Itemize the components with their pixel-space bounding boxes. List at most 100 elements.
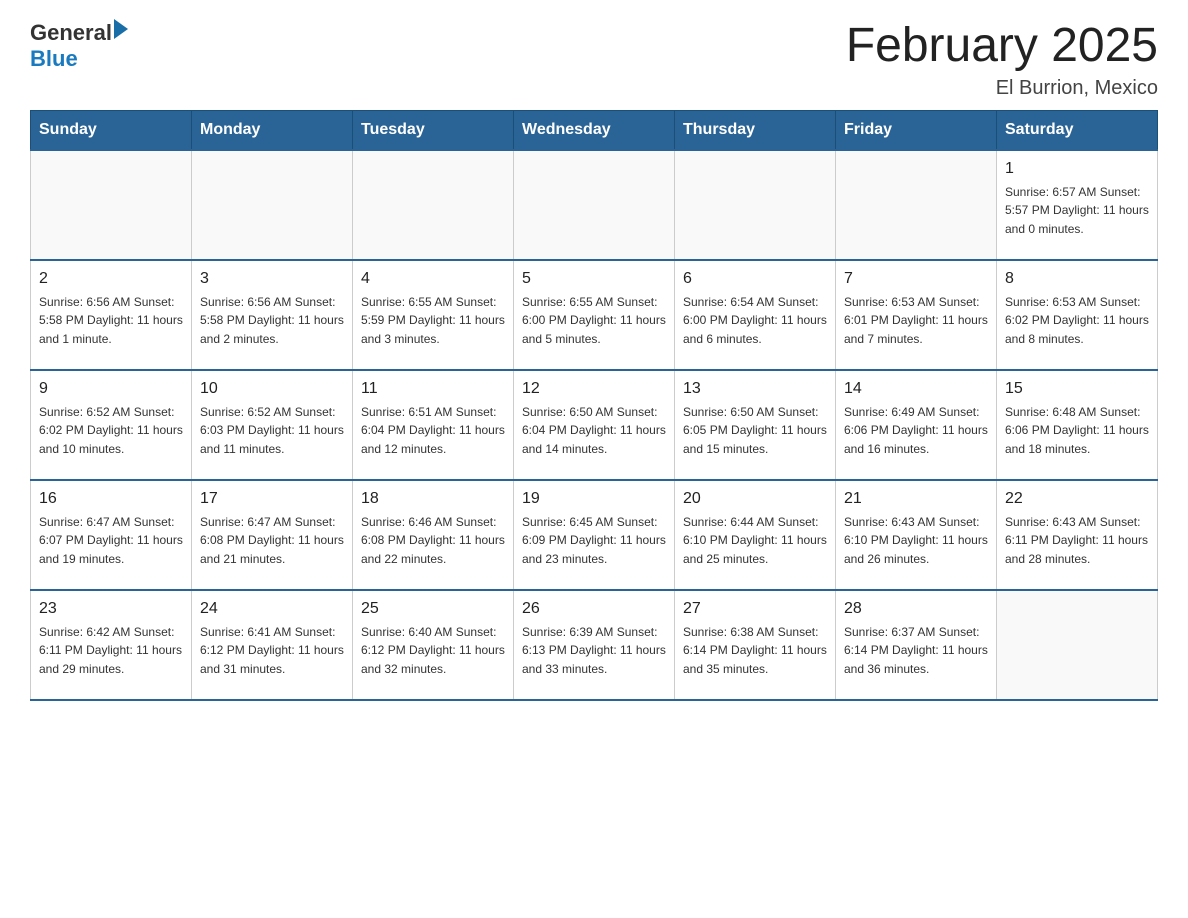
day-info: Sunrise: 6:53 AM Sunset: 6:01 PM Dayligh… <box>844 295 988 346</box>
day-info: Sunrise: 6:43 AM Sunset: 6:10 PM Dayligh… <box>844 515 988 566</box>
calendar-cell: 16 Sunrise: 6:47 AM Sunset: 6:07 PM Dayli… <box>31 480 192 590</box>
day-number: 5 <box>522 267 666 291</box>
day-info: Sunrise: 6:56 AM Sunset: 5:58 PM Dayligh… <box>200 295 344 346</box>
day-info: Sunrise: 6:50 AM Sunset: 6:04 PM Dayligh… <box>522 405 666 456</box>
day-info: Sunrise: 6:45 AM Sunset: 6:09 PM Dayligh… <box>522 515 666 566</box>
title-block: February 2025 El Burrion, Mexico <box>846 20 1158 100</box>
day-info: Sunrise: 6:52 AM Sunset: 6:03 PM Dayligh… <box>200 405 344 456</box>
day-info: Sunrise: 6:40 AM Sunset: 6:12 PM Dayligh… <box>361 625 505 676</box>
day-number: 24 <box>200 597 344 621</box>
day-number: 25 <box>361 597 505 621</box>
day-info: Sunrise: 6:38 AM Sunset: 6:14 PM Dayligh… <box>683 625 827 676</box>
day-info: Sunrise: 6:42 AM Sunset: 6:11 PM Dayligh… <box>39 625 182 676</box>
calendar-cell: 9Sunrise: 6:52 AM Sunset: 6:02 PM Daylig… <box>31 370 192 480</box>
weekday-header-monday: Monday <box>192 110 353 150</box>
calendar-cell: 8Sunrise: 6:53 AM Sunset: 6:02 PM Daylig… <box>997 260 1158 370</box>
day-number: 21 <box>844 487 988 511</box>
month-title: February 2025 <box>846 20 1158 73</box>
calendar-cell: 6 Sunrise: 6:54 AM Sunset: 6:00 PM Daylig… <box>675 260 836 370</box>
calendar-cell <box>675 150 836 260</box>
calendar-cell: 24 Sunrise: 6:41 AM Sunset: 6:12 PM Dayli… <box>192 590 353 700</box>
day-info: Sunrise: 6:48 AM Sunset: 6:06 PM Dayligh… <box>1005 405 1149 456</box>
day-number: 23 <box>39 597 183 621</box>
day-number: 7 <box>844 267 988 291</box>
calendar-cell: 18 Sunrise: 6:46 AM Sunset: 6:08 PM Dayli… <box>353 480 514 590</box>
weekday-header-thursday: Thursday <box>675 110 836 150</box>
day-info: Sunrise: 6:55 AM Sunset: 5:59 PM Dayligh… <box>361 295 505 346</box>
day-number: 14 <box>844 377 988 401</box>
day-info: Sunrise: 6:39 AM Sunset: 6:13 PM Dayligh… <box>522 625 666 676</box>
day-info: Sunrise: 6:49 AM Sunset: 6:06 PM Dayligh… <box>844 405 988 456</box>
weekday-header-tuesday: Tuesday <box>353 110 514 150</box>
day-info: Sunrise: 6:46 AM Sunset: 6:08 PM Dayligh… <box>361 515 505 566</box>
day-number: 11 <box>361 377 505 401</box>
day-info: Sunrise: 6:47 AM Sunset: 6:08 PM Dayligh… <box>200 515 344 566</box>
day-number: 17 <box>200 487 344 511</box>
calendar-cell: 25 Sunrise: 6:40 AM Sunset: 6:12 PM Dayli… <box>353 590 514 700</box>
calendar-cell: 20 Sunrise: 6:44 AM Sunset: 6:10 PM Dayli… <box>675 480 836 590</box>
day-number: 12 <box>522 377 666 401</box>
day-number: 9 <box>39 377 183 401</box>
day-number: 13 <box>683 377 827 401</box>
week-row-2: 2 Sunrise: 6:56 AM Sunset: 5:58 PM Daylig… <box>31 260 1158 370</box>
day-number: 6 <box>683 267 827 291</box>
logo: General Blue <box>30 20 128 72</box>
day-number: 27 <box>683 597 827 621</box>
calendar-cell <box>31 150 192 260</box>
weekday-header-friday: Friday <box>836 110 997 150</box>
day-number: 19 <box>522 487 666 511</box>
day-number: 16 <box>39 487 183 511</box>
day-info: Sunrise: 6:55 AM Sunset: 6:00 PM Dayligh… <box>522 295 666 346</box>
week-row-5: 23 Sunrise: 6:42 AM Sunset: 6:11 PM Dayli… <box>31 590 1158 700</box>
calendar-cell: 28 Sunrise: 6:37 AM Sunset: 6:14 PM Dayli… <box>836 590 997 700</box>
calendar-cell: 4 Sunrise: 6:55 AM Sunset: 5:59 PM Daylig… <box>353 260 514 370</box>
calendar-cell: 27 Sunrise: 6:38 AM Sunset: 6:14 PM Dayli… <box>675 590 836 700</box>
logo-blue-text: Blue <box>30 46 78 72</box>
calendar-cell <box>192 150 353 260</box>
day-number: 8 <box>1005 267 1149 291</box>
day-info: Sunrise: 6:44 AM Sunset: 6:10 PM Dayligh… <box>683 515 827 566</box>
day-info: Sunrise: 6:56 AM Sunset: 5:58 PM Dayligh… <box>39 295 183 346</box>
calendar-cell: 26 Sunrise: 6:39 AM Sunset: 6:13 PM Dayli… <box>514 590 675 700</box>
day-number: 18 <box>361 487 505 511</box>
calendar-cell: 12 Sunrise: 6:50 AM Sunset: 6:04 PM Dayli… <box>514 370 675 480</box>
day-number: 1 <box>1005 157 1149 181</box>
day-info: Sunrise: 6:47 AM Sunset: 6:07 PM Dayligh… <box>39 515 183 566</box>
day-number: 15 <box>1005 377 1149 401</box>
day-number: 3 <box>200 267 344 291</box>
weekday-header-wednesday: Wednesday <box>514 110 675 150</box>
day-number: 4 <box>361 267 505 291</box>
calendar-cell: 15 Sunrise: 6:48 AM Sunset: 6:06 PM Dayli… <box>997 370 1158 480</box>
day-number: 22 <box>1005 487 1149 511</box>
day-info: Sunrise: 6:57 AM Sunset: 5:57 PM Dayligh… <box>1005 185 1149 236</box>
calendar-cell: 3 Sunrise: 6:56 AM Sunset: 5:58 PM Daylig… <box>192 260 353 370</box>
calendar-cell <box>514 150 675 260</box>
week-row-3: 9Sunrise: 6:52 AM Sunset: 6:02 PM Daylig… <box>31 370 1158 480</box>
calendar-cell: 17 Sunrise: 6:47 AM Sunset: 6:08 PM Dayli… <box>192 480 353 590</box>
day-number: 20 <box>683 487 827 511</box>
logo-triangle-icon <box>114 19 128 39</box>
weekday-header-sunday: Sunday <box>31 110 192 150</box>
day-number: 10 <box>200 377 344 401</box>
calendar-cell <box>353 150 514 260</box>
calendar-cell: 1 Sunrise: 6:57 AM Sunset: 5:57 PM Daylig… <box>997 150 1158 260</box>
calendar-cell: 11 Sunrise: 6:51 AM Sunset: 6:04 PM Dayli… <box>353 370 514 480</box>
calendar-cell: 2 Sunrise: 6:56 AM Sunset: 5:58 PM Daylig… <box>31 260 192 370</box>
day-info: Sunrise: 6:37 AM Sunset: 6:14 PM Dayligh… <box>844 625 988 676</box>
calendar-cell <box>997 590 1158 700</box>
day-number: 26 <box>522 597 666 621</box>
calendar-cell: 21 Sunrise: 6:43 AM Sunset: 6:10 PM Dayli… <box>836 480 997 590</box>
location-title: El Burrion, Mexico <box>846 77 1158 100</box>
day-number: 2 <box>39 267 183 291</box>
calendar-cell: 19 Sunrise: 6:45 AM Sunset: 6:09 PM Dayli… <box>514 480 675 590</box>
day-info: Sunrise: 6:51 AM Sunset: 6:04 PM Dayligh… <box>361 405 505 456</box>
calendar-cell: 14 Sunrise: 6:49 AM Sunset: 6:06 PM Dayli… <box>836 370 997 480</box>
weekday-header-row: SundayMondayTuesdayWednesdayThursdayFrid… <box>31 110 1158 150</box>
day-info: Sunrise: 6:54 AM Sunset: 6:00 PM Dayligh… <box>683 295 827 346</box>
week-row-4: 16 Sunrise: 6:47 AM Sunset: 6:07 PM Dayli… <box>31 480 1158 590</box>
day-number: 28 <box>844 597 988 621</box>
day-info: Sunrise: 6:41 AM Sunset: 6:12 PM Dayligh… <box>200 625 344 676</box>
weekday-header-saturday: Saturday <box>997 110 1158 150</box>
calendar-cell: 10 Sunrise: 6:52 AM Sunset: 6:03 PM Dayli… <box>192 370 353 480</box>
calendar-cell: 23 Sunrise: 6:42 AM Sunset: 6:11 PM Dayli… <box>31 590 192 700</box>
